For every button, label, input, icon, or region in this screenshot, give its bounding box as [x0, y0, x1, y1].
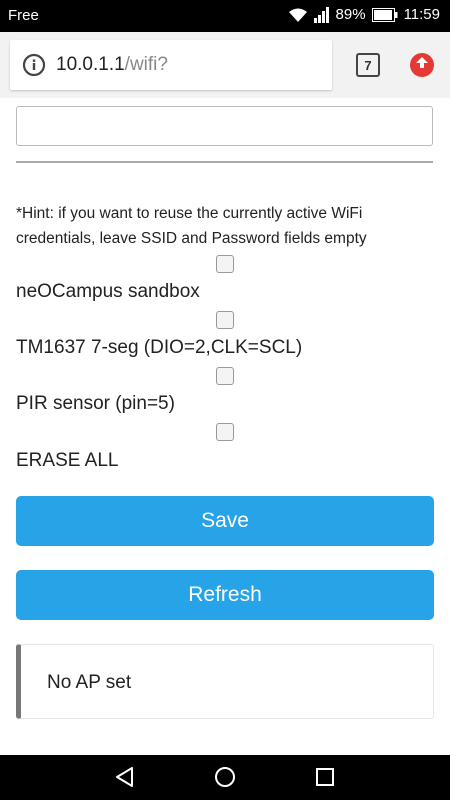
refresh-button[interactable]: Refresh — [16, 570, 434, 620]
page-content: *Hint: if you want to reuse the currentl… — [0, 98, 450, 755]
option-label-tm1637: TM1637 7-seg (DIO=2,CLK=SCL) — [16, 337, 303, 358]
update-button[interactable] — [410, 53, 434, 77]
url-text[interactable]: 10.0.1.1/wifi? — [56, 54, 168, 76]
arrow-up-icon — [415, 56, 429, 75]
tab-count: 7 — [364, 57, 372, 73]
battery-percent: 89% — [335, 6, 366, 23]
url-host: 10.0.1.1 — [56, 54, 125, 75]
signal-icon — [313, 6, 330, 23]
home-icon[interactable] — [214, 766, 236, 788]
status-message: No AP set — [47, 672, 132, 693]
option-label-erase-all: ERASE ALL — [16, 450, 119, 471]
checkbox-tm1637[interactable] — [216, 311, 234, 329]
carrier-name: Free — [8, 7, 39, 24]
option-label-pir-sensor: PIR sensor (pin=5) — [16, 393, 175, 414]
tab-switcher-button[interactable]: 7 — [356, 53, 380, 77]
checkbox-neocampus-sandbox[interactable] — [216, 255, 234, 273]
address-bar[interactable]: 10.0.1.1/wifi? — [10, 40, 332, 90]
wifi-icon — [288, 7, 308, 23]
clock: 11:59 — [403, 6, 440, 23]
info-icon[interactable] — [22, 53, 46, 77]
hint-text: *Hint: if you want to reuse the currentl… — [16, 205, 367, 247]
browser-toolbar: 10.0.1.1/wifi? 7 — [0, 32, 450, 98]
url-path: /wifi? — [124, 54, 168, 75]
battery-icon — [371, 7, 398, 22]
text-field[interactable] — [16, 106, 433, 146]
status-icons: 89% 11:59 — [288, 6, 440, 23]
status-bar: Free 89% 11:59 — [0, 0, 450, 32]
status-message-box: No AP set — [16, 644, 434, 719]
save-button[interactable]: Save — [16, 496, 434, 546]
back-icon[interactable] — [114, 766, 136, 788]
option-label-neocampus-sandbox: neOCampus sandbox — [16, 281, 200, 302]
checkbox-erase-all[interactable] — [216, 423, 234, 441]
divider — [16, 161, 433, 163]
navigation-bar — [0, 755, 450, 800]
checkbox-pir-sensor[interactable] — [216, 367, 234, 385]
recents-icon[interactable] — [315, 766, 335, 788]
